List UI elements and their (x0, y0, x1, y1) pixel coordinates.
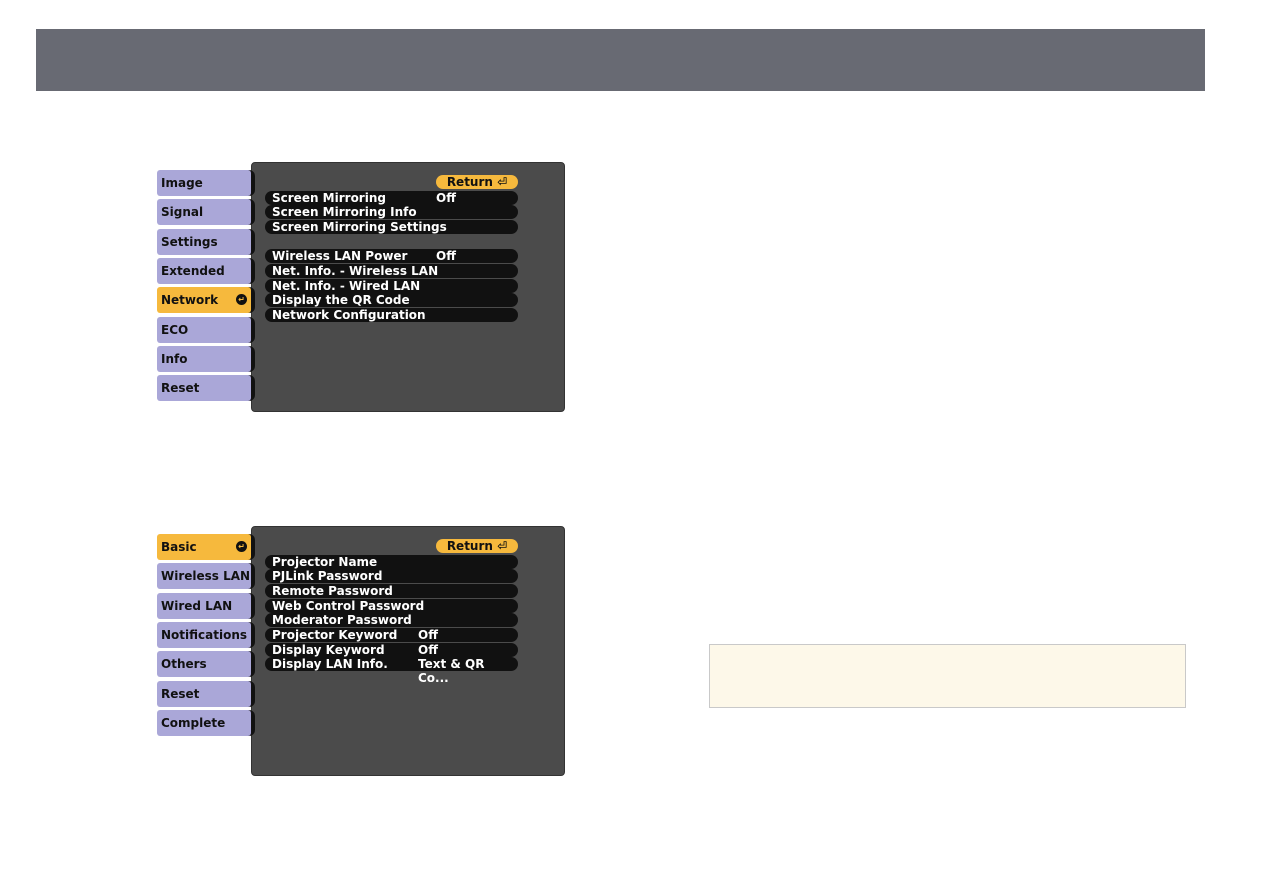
menu-tab-signal[interactable]: Signal (157, 199, 251, 226)
menu-item-projector-keyword[interactable]: Projector Keyword Off (265, 628, 518, 642)
tab-label: Reset (161, 686, 200, 701)
menu-item-moderator-password[interactable]: Moderator Password (265, 613, 518, 628)
item-label: Display the QR Code (272, 293, 410, 308)
item-value: Off (436, 249, 456, 264)
tab-label: Wireless LAN (161, 569, 251, 584)
menu-item-wireless-lan-power[interactable]: Wireless LAN Power Off (265, 249, 518, 264)
network-menu-screenshot: Image Signal Settings Extended Network ↵ ECO In… (157, 162, 565, 412)
network-basic-menu-screenshot: Basic ↵ Wireless LAN Wired LAN Notifications… (157, 526, 565, 776)
item-label: Projector Keyword (272, 628, 398, 642)
item-value: Off (418, 628, 438, 642)
menu-tab-notifications[interactable]: Notifications (157, 621, 251, 648)
menu-item-display-keyword[interactable]: Display Keyword Off (265, 642, 518, 657)
menu-item-screen-mirroring[interactable]: Screen Mirroring Off (265, 190, 518, 205)
menu-item-display-lan-info-[interactable]: Display LAN Info. Text & QR Co... (265, 657, 518, 685)
return-label: Return (446, 175, 493, 189)
menu-tab-wireless-lan[interactable]: Wireless LAN (157, 563, 251, 590)
tab-label: Complete (161, 715, 226, 730)
menu-item-network-configuration[interactable]: Network Configuration (265, 308, 518, 323)
item-label: Display LAN Info. (272, 657, 388, 672)
tab-label: Settings (161, 234, 218, 249)
menu-tab-extended[interactable]: Extended (157, 257, 251, 284)
menu-item-pjlink-password[interactable]: PJLink Password (265, 569, 518, 584)
menu-tab-reset[interactable]: Reset (157, 680, 251, 707)
page-header-bar (36, 29, 1205, 91)
item-label: Wireless LAN Power (272, 249, 408, 264)
tab-label: Notifications (161, 627, 248, 642)
menu-item-net-info-wired-lan[interactable]: Net. Info. - Wired LAN (265, 278, 518, 293)
item-label: Net. Info. - Wireless LAN (272, 264, 439, 278)
menu-tab-info[interactable]: Info (157, 345, 251, 372)
enter-icon: ⏎ (492, 539, 508, 553)
menu-item-remote-password[interactable]: Remote Password (265, 583, 518, 598)
item-value: Off (436, 190, 456, 205)
tab-label: Wired LAN (161, 598, 233, 613)
menu-tab-eco[interactable]: ECO (157, 316, 251, 343)
tab-label: Reset (161, 381, 200, 396)
tab-label: ECO (161, 322, 189, 337)
item-label: Projector Name (272, 554, 378, 569)
item-label: Display Keyword (272, 642, 385, 657)
item-label: Screen Mirroring Info (272, 205, 417, 220)
enter-icon: ⏎ (492, 175, 508, 189)
item-label: Web Control Password (272, 598, 425, 613)
item-label: Moderator Password (272, 613, 412, 628)
tab-label: Basic (161, 540, 197, 554)
menu-tab-settings[interactable]: Settings (157, 228, 251, 255)
menu-tab-image[interactable]: Image (157, 170, 251, 196)
return-label: Return (446, 539, 493, 553)
item-label: Remote Password (272, 583, 393, 598)
return-button[interactable]: Return ⏎ (436, 175, 518, 189)
item-label: PJLink Password (272, 569, 383, 584)
menu-item-net-info-wireless-lan[interactable]: Net. Info. - Wireless LAN (265, 264, 518, 278)
menu-tab-reset[interactable]: Reset (157, 375, 251, 402)
menu-tab-network[interactable]: Network ↵ (157, 287, 251, 314)
menu-item-web-control-password[interactable]: Web Control Password (265, 598, 518, 613)
return-button[interactable]: Return ⏎ (436, 539, 518, 553)
menu-item-display-the-qr-code[interactable]: Display the QR Code (265, 293, 518, 308)
item-label: Screen Mirroring Settings (272, 219, 447, 234)
item-label: Screen Mirroring (272, 190, 386, 205)
tab-label: Image (161, 176, 203, 190)
tab-label: Others (161, 657, 207, 672)
enter-icon: ↵ (236, 294, 247, 306)
menu-tab-wired-lan[interactable]: Wired LAN (157, 592, 251, 619)
menu-tab-complete[interactable]: Complete (157, 709, 251, 736)
menu-tab-basic[interactable]: Basic ↵ (157, 534, 251, 560)
tab-label: Extended (161, 263, 225, 278)
item-value: Off (418, 642, 438, 657)
menu-item-projector-name[interactable]: Projector Name (265, 554, 518, 569)
tab-label: Network (161, 293, 219, 308)
tab-label: Info (161, 351, 188, 366)
item-value: Text & QR Co... (418, 657, 485, 686)
menu-item-screen-mirroring-settings[interactable]: Screen Mirroring Settings (265, 219, 518, 234)
note-box (709, 644, 1186, 708)
menu-tab-others[interactable]: Others (157, 651, 251, 678)
item-label: Net. Info. - Wired LAN (272, 278, 421, 293)
enter-icon: ↵ (236, 541, 247, 552)
tab-label: Signal (161, 205, 204, 220)
menu-item-screen-mirroring-info[interactable]: Screen Mirroring Info (265, 205, 518, 220)
item-label: Network Configuration (272, 308, 426, 323)
